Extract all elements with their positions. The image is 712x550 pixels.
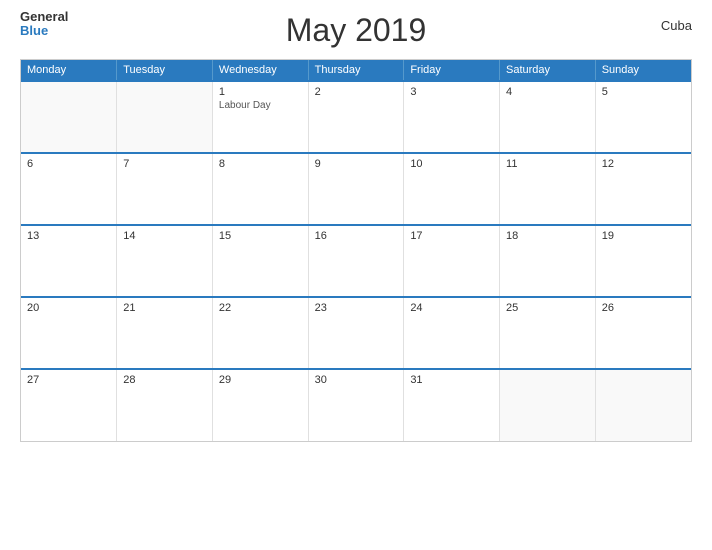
day-number: 10 xyxy=(410,158,493,170)
calendar-cell: 19 xyxy=(595,225,691,297)
calendar-cell: 15 xyxy=(212,225,308,297)
calendar-cell: 20 xyxy=(21,297,117,369)
day-number: 23 xyxy=(315,302,398,314)
calendar-cell: 9 xyxy=(308,153,404,225)
col-tuesday: Tuesday xyxy=(117,60,213,81)
col-sunday: Sunday xyxy=(595,60,691,81)
calendar-cell: 2 xyxy=(308,81,404,153)
calendar-cell: 3 xyxy=(404,81,500,153)
day-number: 1 xyxy=(219,86,302,98)
day-number: 13 xyxy=(27,230,110,242)
day-number: 18 xyxy=(506,230,589,242)
calendar-cell: 27 xyxy=(21,369,117,441)
day-number: 31 xyxy=(410,374,493,386)
calendar-cell: 5 xyxy=(595,81,691,153)
calendar-cell: 13 xyxy=(21,225,117,297)
calendar-cell: 25 xyxy=(500,297,596,369)
calendar-header-row: Monday Tuesday Wednesday Thursday Friday… xyxy=(21,60,691,81)
day-number: 5 xyxy=(602,86,685,98)
calendar-week-row: 1 Labour Day 23 4 5 xyxy=(21,81,691,153)
calendar-cell xyxy=(21,81,117,153)
calendar-cell: 14 xyxy=(117,225,213,297)
calendar-cell xyxy=(595,369,691,441)
calendar-week-row: 20 21 22 23 24 25 26 xyxy=(21,297,691,369)
calendar-cell: 28 xyxy=(117,369,213,441)
day-number: 4 xyxy=(506,86,589,98)
calendar-cell: 21 xyxy=(117,297,213,369)
day-number: 2 xyxy=(315,86,398,98)
calendar-table: Monday Tuesday Wednesday Thursday Friday… xyxy=(21,60,691,441)
calendar-cell: 31 xyxy=(404,369,500,441)
day-number: 24 xyxy=(410,302,493,314)
calendar-body: 1 Labour Day 23 4 5 6 7 8 9 10 11 12 13 14 15 16 17 18 19 2… xyxy=(21,81,691,441)
day-number: 16 xyxy=(315,230,398,242)
day-number: 14 xyxy=(123,230,206,242)
day-number: 3 xyxy=(410,86,493,98)
calendar-cell: 11 xyxy=(500,153,596,225)
country-label: Cuba xyxy=(661,18,692,33)
col-wednesday: Wednesday xyxy=(212,60,308,81)
calendar-cell: 10 xyxy=(404,153,500,225)
day-number: 12 xyxy=(602,158,685,170)
col-saturday: Saturday xyxy=(500,60,596,81)
day-number: 27 xyxy=(27,374,110,386)
calendar-cell xyxy=(117,81,213,153)
day-number: 30 xyxy=(315,374,398,386)
calendar-cell: 7 xyxy=(117,153,213,225)
calendar-cell: 4 xyxy=(500,81,596,153)
calendar-cell: 23 xyxy=(308,297,404,369)
calendar-container: Monday Tuesday Wednesday Thursday Friday… xyxy=(20,59,692,442)
calendar-cell: 24 xyxy=(404,297,500,369)
col-thursday: Thursday xyxy=(308,60,404,81)
calendar-cell: 29 xyxy=(212,369,308,441)
calendar-week-row: 13 14 15 16 17 18 19 xyxy=(21,225,691,297)
day-number: 29 xyxy=(219,374,302,386)
day-number: 15 xyxy=(219,230,302,242)
day-number: 8 xyxy=(219,158,302,170)
calendar-cell: 16 xyxy=(308,225,404,297)
month-title: May 2019 xyxy=(286,12,427,49)
day-number: 19 xyxy=(602,230,685,242)
day-number: 22 xyxy=(219,302,302,314)
day-number: 6 xyxy=(27,158,110,170)
calendar-cell: 26 xyxy=(595,297,691,369)
day-number: 26 xyxy=(602,302,685,314)
day-number: 9 xyxy=(315,158,398,170)
calendar-cell: 18 xyxy=(500,225,596,297)
calendar-cell xyxy=(500,369,596,441)
holiday-label: Labour Day xyxy=(219,100,302,111)
day-number: 28 xyxy=(123,374,206,386)
day-number: 7 xyxy=(123,158,206,170)
calendar-cell: 22 xyxy=(212,297,308,369)
day-number: 21 xyxy=(123,302,206,314)
calendar-week-row: 27 28 29 30 31 xyxy=(21,369,691,441)
calendar-week-row: 6 7 8 9 10 11 12 xyxy=(21,153,691,225)
day-number: 20 xyxy=(27,302,110,314)
calendar-cell: 1 Labour Day xyxy=(212,81,308,153)
calendar-cell: 30 xyxy=(308,369,404,441)
logo-general-text: General xyxy=(20,10,68,24)
logo-blue-text: Blue xyxy=(20,24,68,38)
calendar-cell: 6 xyxy=(21,153,117,225)
col-monday: Monday xyxy=(21,60,117,81)
day-number: 25 xyxy=(506,302,589,314)
logo: General Blue xyxy=(20,10,68,39)
calendar-cell: 8 xyxy=(212,153,308,225)
col-friday: Friday xyxy=(404,60,500,81)
calendar-header: General Blue May 2019 Cuba xyxy=(0,0,712,53)
calendar-cell: 12 xyxy=(595,153,691,225)
day-number: 17 xyxy=(410,230,493,242)
day-number: 11 xyxy=(506,158,589,170)
calendar-cell: 17 xyxy=(404,225,500,297)
